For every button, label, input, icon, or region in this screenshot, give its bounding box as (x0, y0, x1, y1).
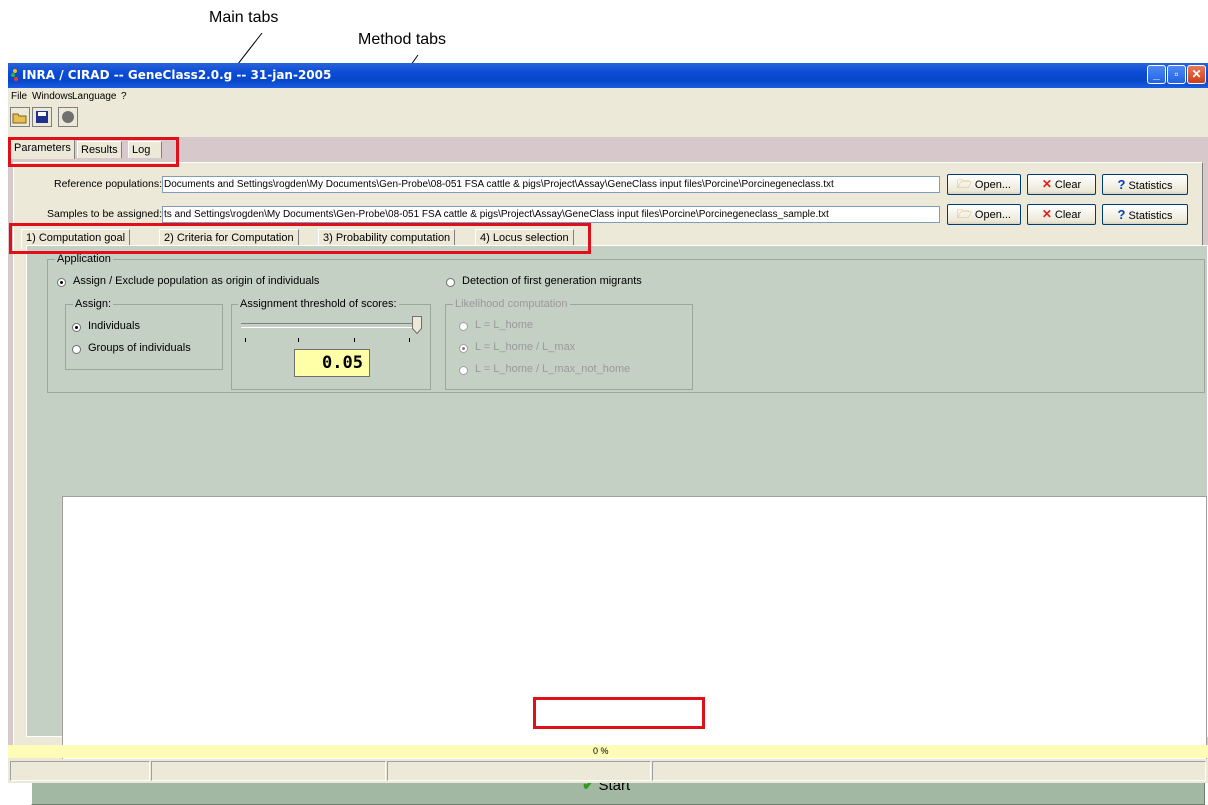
slider-tick (409, 338, 410, 342)
reference-statistics-button[interactable]: ? Statistics (1102, 174, 1188, 195)
status-bar (8, 759, 1208, 783)
groups-of-individuals-label: Groups of individuals (88, 342, 191, 354)
save-icon[interactable] (32, 107, 52, 127)
likelihood-home-max-not-home-label: L = L_home / L_max_not_home (475, 363, 631, 375)
groups-of-individuals-radio[interactable] (72, 345, 81, 354)
threshold-value-display: 0.05 (294, 349, 370, 377)
first-generation-migrants-label: Detection of first generation migrants (462, 275, 642, 287)
menu-file[interactable]: File (11, 91, 27, 102)
status-cell-2 (151, 761, 386, 781)
title-bar[interactable]: INRA / CIRAD -- GeneClass2.0.g -- 31-jan… (8, 63, 1208, 88)
likelihood-home-label: L = L_home (475, 319, 533, 331)
samples-statistics-button[interactable]: ? Statistics (1102, 204, 1188, 225)
likelihood-home-max-not-home-radio[interactable] (459, 366, 468, 375)
samples-label: Samples to be assigned: (47, 208, 162, 220)
help-question-icon: ? (1117, 177, 1126, 192)
likelihood-home-max-label: L = L_home / L_max (475, 341, 576, 353)
likelihood-home-radio[interactable] (459, 322, 468, 331)
samples-field[interactable]: ts and Settings\rogden\My Documents\Gen-… (162, 206, 940, 223)
slider-tick (354, 338, 355, 342)
slider-tick (298, 338, 299, 342)
minimize-icon[interactable]: _ (1147, 65, 1166, 84)
application-group-title: Application (55, 253, 113, 265)
clear-x-icon: ✕ (1041, 207, 1052, 221)
individuals-label: Individuals (88, 320, 140, 332)
slider-tick (245, 338, 246, 342)
reference-populations-field[interactable]: Documents and Settings\rogden\My Documen… (162, 176, 940, 193)
toolbar (8, 107, 1208, 131)
samples-clear-button[interactable]: ✕ Clear (1027, 204, 1096, 225)
assign-exclude-label: Assign / Exclude population as origin of… (73, 275, 320, 287)
help-question-icon: ? (1117, 207, 1126, 222)
window-title: INRA / CIRAD -- GeneClass2.0.g -- 31-jan… (22, 68, 332, 82)
start-highlight (533, 697, 705, 729)
reference-clear-button[interactable]: ✕ Clear (1027, 174, 1096, 195)
record-icon[interactable] (58, 107, 78, 127)
main-tabs-highlight (8, 137, 179, 167)
main-tab-strip: Parameters Results Log (8, 137, 1208, 159)
likelihood-group-title: Likelihood computation (453, 298, 570, 310)
app-window: INRA / CIRAD -- GeneClass2.0.g -- 31-jan… (8, 63, 1208, 805)
reference-open-button[interactable]: 🗁 Open... (947, 174, 1021, 195)
assign-group-title: Assign: (73, 298, 114, 310)
clear-x-icon: ✕ (1041, 177, 1052, 191)
likelihood-home-max-radio[interactable] (459, 344, 468, 353)
samples-open-button[interactable]: 🗁 Open... (947, 204, 1021, 225)
status-cell-1 (10, 761, 150, 781)
open-folder-icon: 🗁 (957, 177, 972, 191)
threshold-slider-thumb[interactable] (412, 316, 422, 335)
menu-bar: File Windows Language ? (8, 88, 1208, 105)
threshold-slider-track (241, 323, 417, 328)
progress-text: 0 % (593, 746, 609, 756)
assign-group (65, 304, 223, 370)
menu-windows[interactable]: Windows (32, 91, 73, 102)
reference-populations-label: Reference populations: (54, 178, 162, 190)
app-icon (11, 69, 18, 81)
menu-language[interactable]: Language (72, 91, 117, 102)
open-folder-icon[interactable] (10, 107, 30, 127)
threshold-group (231, 304, 431, 390)
open-folder-icon: 🗁 (957, 207, 972, 221)
close-icon[interactable]: ✕ (1187, 65, 1206, 84)
first-generation-migrants-radio[interactable] (446, 278, 455, 287)
restore-icon[interactable]: ▫ (1167, 65, 1186, 84)
method-tabs-highlight (9, 223, 591, 254)
individuals-radio[interactable] (72, 323, 81, 332)
menu-help[interactable]: ? (121, 91, 127, 102)
assign-exclude-radio[interactable] (57, 278, 66, 287)
progress-bar: 0 % (8, 745, 1208, 758)
threshold-group-title: Assignment threshold of scores: (238, 298, 399, 310)
computation-goal-panel: Application Assign / Exclude population … (26, 245, 1208, 768)
status-cell-3 (387, 761, 651, 781)
status-cell-4 (652, 761, 1206, 781)
